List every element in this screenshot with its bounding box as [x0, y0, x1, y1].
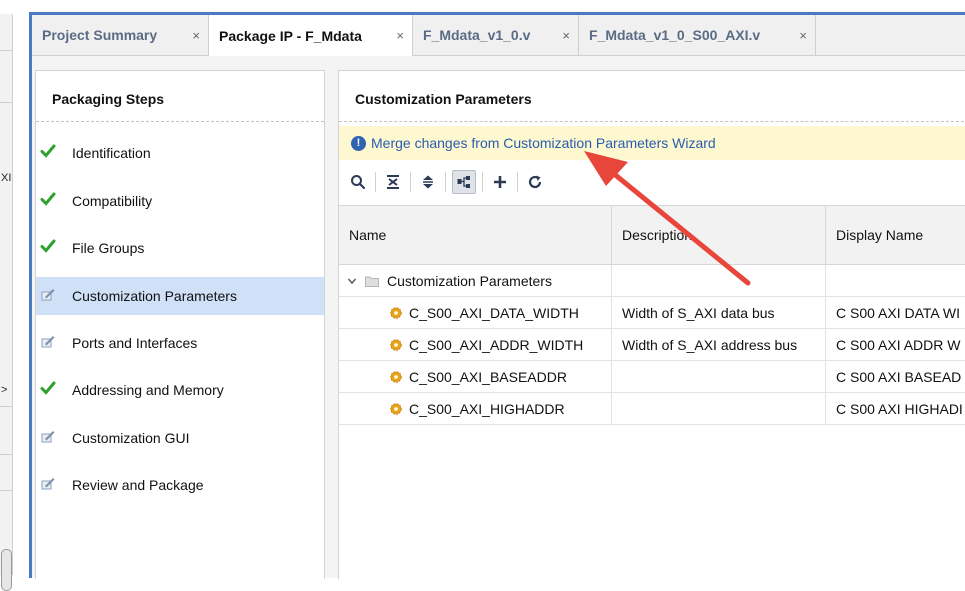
- parameter-description: [612, 361, 826, 392]
- step-review-and-package[interactable]: Review and Package: [36, 466, 324, 504]
- table-cell: [612, 265, 826, 296]
- toolbar-separator: [410, 172, 411, 192]
- step-customization-gui[interactable]: Customization GUI: [36, 419, 324, 457]
- divider: [339, 121, 965, 122]
- chevron-down-icon[interactable]: [347, 276, 357, 286]
- column-header-display-name[interactable]: Display Name: [826, 206, 965, 264]
- parameter-display-name: C S00 AXI DATA WI: [836, 304, 960, 321]
- table-row[interactable]: C_S00_AXI_BASEADDR C S00 AXI BASEAD: [339, 361, 965, 393]
- parameters-toolbar: [347, 167, 550, 197]
- edit-icon: [41, 336, 55, 348]
- parameter-display-name: C S00 AXI HIGHADI: [836, 400, 963, 417]
- step-addressing-and-memory[interactable]: Addressing and Memory: [36, 371, 324, 409]
- tab-label: F_Mdata_v1_0_S00_AXI.v: [589, 27, 761, 43]
- close-icon[interactable]: ×: [396, 28, 404, 43]
- edit-icon: [41, 431, 55, 443]
- parameter-name-cell: C_S00_AXI_ADDR_WIDTH: [339, 329, 612, 360]
- table-row[interactable]: C_S00_AXI_HIGHADDR C S00 AXI HIGHADI: [339, 393, 965, 425]
- step-customization-parameters[interactable]: Customization Parameters: [36, 277, 324, 315]
- table-row[interactable]: C_S00_AXI_DATA_WIDTH Width of S_AXI data…: [339, 297, 965, 329]
- group-cell: Customization Parameters: [339, 265, 612, 296]
- collapse-all-icon[interactable]: [382, 171, 404, 193]
- parameter-name: C_S00_AXI_HIGHADDR: [409, 400, 565, 417]
- panel-title: Customization Parameters: [355, 91, 532, 107]
- step-label: Review and Package: [72, 477, 204, 493]
- divider: [36, 121, 324, 122]
- step-file-groups[interactable]: File Groups: [36, 229, 324, 267]
- step-label: Addressing and Memory: [72, 382, 224, 398]
- parameters-table: Name Description Display Name Customizat…: [339, 205, 965, 425]
- parameter-description: Width of S_AXI data bus: [612, 297, 826, 328]
- tab-label: F_Mdata_v1_0.v: [423, 27, 531, 43]
- step-label: File Groups: [72, 240, 145, 256]
- gear-icon: [390, 402, 402, 415]
- tab-label: Project Summary: [42, 27, 158, 43]
- tab-label: Package IP - F_Mdata: [219, 27, 362, 44]
- merge-banner: ! Merge changes from Customization Param…: [339, 126, 965, 160]
- edit-icon: [41, 478, 55, 490]
- expand-all-icon[interactable]: [417, 171, 439, 193]
- step-label: Customization Parameters: [72, 288, 237, 304]
- tab-project-summary[interactable]: Project Summary ×: [32, 15, 209, 55]
- column-header-description[interactable]: Description: [612, 206, 826, 264]
- parameter-name-cell: C_S00_AXI_BASEADDR: [339, 361, 612, 392]
- editor-tab-bar: Project Summary × Package IP - F_Mdata ×…: [32, 15, 965, 56]
- parameter-name: C_S00_AXI_BASEADDR: [409, 368, 567, 385]
- parameter-description: Width of S_AXI address bus: [612, 329, 826, 360]
- parameter-name-cell: C_S00_AXI_HIGHADDR: [339, 393, 612, 424]
- gear-icon: [390, 370, 402, 383]
- search-icon[interactable]: [347, 171, 369, 193]
- toolbar-separator: [375, 172, 376, 192]
- step-compatibility[interactable]: Compatibility: [36, 182, 324, 220]
- package-ip-window: Project Summary × Package IP - F_Mdata ×…: [29, 12, 965, 579]
- table-group-row[interactable]: Customization Parameters: [339, 265, 965, 297]
- parameter-display-name: C S00 AXI ADDR W: [836, 336, 961, 353]
- check-icon: [40, 239, 56, 253]
- group-label: Customization Parameters: [387, 272, 552, 289]
- toolbar-separator: [445, 172, 446, 192]
- left-panel-fragment-2: >: [1, 384, 8, 396]
- close-icon[interactable]: ×: [562, 28, 570, 43]
- merge-changes-link[interactable]: Merge changes from Customization Paramet…: [371, 135, 716, 151]
- step-identification[interactable]: Identification: [36, 134, 324, 172]
- table-cell: [826, 265, 965, 296]
- toolbar-separator: [517, 172, 518, 192]
- gear-icon: [390, 306, 402, 319]
- step-label: Identification: [72, 145, 151, 161]
- step-label: Compatibility: [72, 193, 153, 209]
- gear-icon: [390, 338, 402, 351]
- check-icon: [40, 192, 56, 206]
- packaging-steps-panel: Packaging Steps Identification Compatibi…: [35, 70, 325, 579]
- check-icon: [40, 381, 56, 395]
- refresh-icon[interactable]: [524, 171, 546, 193]
- close-icon[interactable]: ×: [799, 28, 807, 43]
- step-label: Ports and Interfaces: [72, 335, 198, 351]
- hierarchy-icon[interactable]: [452, 170, 476, 194]
- left-panel-scrollbar[interactable]: [1, 549, 12, 591]
- toolbar-separator: [482, 172, 483, 192]
- tab-f-mdata-v1-0[interactable]: F_Mdata_v1_0.v ×: [413, 15, 579, 55]
- left-panel-fragment: XI: [1, 172, 12, 184]
- check-icon: [40, 144, 56, 158]
- close-icon[interactable]: ×: [192, 28, 200, 43]
- info-icon: !: [351, 135, 366, 151]
- customization-parameters-panel: Customization Parameters ! Merge changes…: [338, 70, 965, 579]
- table-header: Name Description Display Name: [339, 205, 965, 265]
- tab-f-mdata-s00-axi[interactable]: F_Mdata_v1_0_S00_AXI.v ×: [579, 15, 816, 55]
- column-header-name[interactable]: Name: [339, 206, 612, 264]
- folder-icon: [365, 276, 379, 287]
- tab-package-ip[interactable]: Package IP - F_Mdata ×: [209, 15, 413, 56]
- step-ports-and-interfaces[interactable]: Ports and Interfaces: [36, 324, 324, 362]
- add-icon[interactable]: [489, 171, 511, 193]
- left-panel-sliver: XI >: [0, 14, 13, 591]
- parameter-name: C_S00_AXI_ADDR_WIDTH: [409, 336, 584, 353]
- parameter-description: [612, 393, 826, 424]
- parameter-display-name: C S00 AXI BASEAD: [836, 368, 962, 385]
- packaging-steps-title: Packaging Steps: [52, 91, 165, 107]
- parameter-name-cell: C_S00_AXI_DATA_WIDTH: [339, 297, 612, 328]
- table-row[interactable]: C_S00_AXI_ADDR_WIDTH Width of S_AXI addr…: [339, 329, 965, 361]
- edit-icon: [41, 289, 55, 301]
- step-label: Customization GUI: [72, 430, 190, 446]
- parameter-name: C_S00_AXI_DATA_WIDTH: [409, 304, 579, 321]
